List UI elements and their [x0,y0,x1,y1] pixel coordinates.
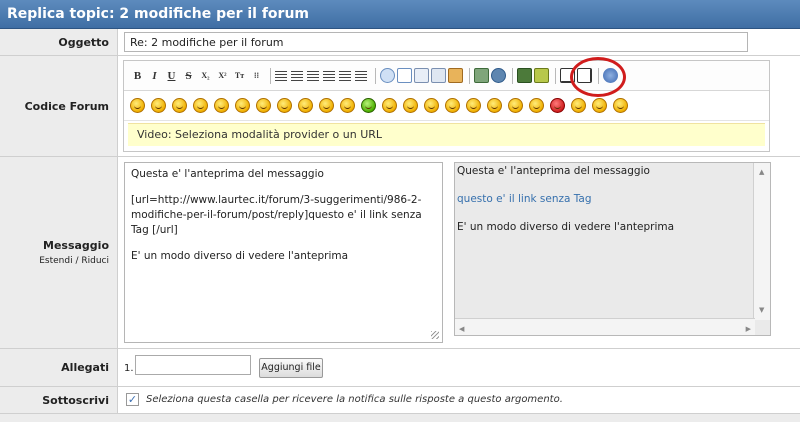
file-input[interactable] [135,355,251,375]
bbcode-toolbar: B I U S X₂ X² Tт ⁝⁝ [124,57,769,97]
smiley-icon[interactable] [382,98,397,113]
toolbar-divider [512,67,513,84]
message-label: Messaggio [43,239,109,252]
smiley-icon[interactable] [424,98,439,113]
smiley-icon[interactable] [550,98,565,113]
subscribe-text: Seleziona questa casella per ricevere la… [146,394,563,405]
subscribe-row: Sottoscrivi ✓ Seleziona questa casella p… [0,387,800,414]
smiley-icon[interactable] [613,98,628,113]
expand-link[interactable]: Estendi [39,256,72,266]
preview-link[interactable]: questo e' il link senza Tag [457,193,748,206]
ordered-list-icon[interactable] [291,70,303,81]
scroll-up-icon[interactable]: ▲ [759,166,764,179]
smiley-icon[interactable] [487,98,502,113]
italic-icon[interactable]: I [147,68,162,84]
toolbar-divider [469,67,470,84]
map-icon[interactable] [534,68,549,83]
subscript-icon[interactable]: X₂ [198,68,213,84]
smiley-icon[interactable] [361,98,376,113]
bbcode-editor: B I U S X₂ X² Tт ⁝⁝ Video: Seleziona mod… [123,57,770,152]
link-separator: / [75,256,79,266]
smiley-bar [124,91,769,121]
bold-icon[interactable]: B [130,68,145,84]
preview-line: Questa e' l'anteprima del messaggio [457,165,650,177]
link-icon[interactable] [491,68,506,83]
smiley-icon[interactable] [319,98,334,113]
subject-input[interactable] [124,32,748,52]
smiley-icon[interactable] [529,98,544,113]
size-icon[interactable]: ⁝⁝ [249,68,264,84]
smiley-icon[interactable] [298,98,313,113]
vertical-scrollbar[interactable]: ▲ ▼ [753,163,770,320]
smiley-icon[interactable] [256,98,271,113]
message-preview: Questa e' l'anteprima del messaggio ques… [454,162,771,336]
spoiler-icon[interactable] [448,68,463,83]
smiley-icon[interactable] [508,98,523,113]
shrink-link[interactable]: Riduci [81,256,109,266]
add-file-button[interactable]: Aggiungi file [259,358,323,378]
message-label-cell: Messaggio Estendi / Riduci [0,157,118,348]
highlight-circle [570,57,626,97]
quote-icon[interactable] [380,68,395,83]
message-line: Questa e' l'anteprima del messaggio [131,168,324,180]
smiley-icon[interactable] [592,98,607,113]
scroll-right-icon[interactable]: ▶ [746,323,751,336]
scroll-down-icon[interactable]: ▼ [759,304,764,317]
smiley-icon[interactable] [340,98,355,113]
smiley-icon[interactable] [193,98,208,113]
toolbar-divider [375,67,376,84]
form-footer [0,414,800,422]
smiley-icon[interactable] [445,98,460,113]
smiley-icon[interactable] [403,98,418,113]
page-title: Replica topic: 2 modifiche per il forum [7,6,310,22]
subscribe-checkbox[interactable]: ✓ [126,393,139,406]
attachment-index: 1. [124,363,134,374]
align-center-icon[interactable] [339,70,351,81]
align-right-icon[interactable] [355,70,367,81]
smiley-icon[interactable] [172,98,187,113]
superscript-icon[interactable]: X² [215,68,230,84]
smiley-icon[interactable] [466,98,481,113]
toolbar-divider [555,67,556,84]
smiley-icon[interactable] [130,98,145,113]
smiley-icon[interactable] [214,98,229,113]
resize-grip-icon[interactable] [431,331,439,339]
subject-label: Oggetto [0,29,118,55]
smiley-icon[interactable] [151,98,166,113]
image-icon[interactable] [474,68,489,83]
list-item-icon[interactable] [307,70,319,81]
message-line: [url=http://www.laurtec.it/forum/3-sugge… [131,194,425,236]
subject-row: Oggetto [0,29,800,56]
horizontal-scrollbar[interactable]: ◀ ▶ [455,318,755,335]
message-row: Messaggio Estendi / Riduci Questa e' l'a… [0,157,800,349]
page-header: Replica topic: 2 modifiche per il forum [0,0,800,29]
attachments-row: Allegati 1. Aggiungi file [0,349,800,387]
attachments-label: Allegati [0,349,118,386]
toolbar-divider [270,67,271,84]
smiley-icon[interactable] [571,98,586,113]
bbcode-label: Codice Forum [0,56,118,156]
preview-line: E' un modo diverso di vedere l'anteprima [457,221,675,233]
scroll-left-icon[interactable]: ◀ [459,323,464,336]
underline-icon[interactable]: U [164,68,179,84]
smiley-icon[interactable] [235,98,250,113]
smiley-icon[interactable] [277,98,292,113]
table-icon[interactable] [414,68,429,83]
strikethrough-icon[interactable]: S [181,68,196,84]
message-textarea[interactable]: Questa e' l'anteprima del messaggio [url… [124,162,443,343]
unordered-list-icon[interactable] [275,70,287,81]
typewriter-icon[interactable]: Tт [232,68,247,84]
code-icon[interactable] [397,68,412,83]
video-icon[interactable] [517,68,532,83]
message-line: E' un modo diverso di vedere l'anteprima [131,250,349,262]
video-hint: Video: Seleziona modalità provider o un … [128,123,765,146]
bbcode-row: Codice Forum B I U S X₂ X² Tт ⁝⁝ Video: … [0,56,800,157]
subscribe-label: Sottoscrivi [0,387,118,413]
align-left-icon[interactable] [323,70,335,81]
hide-icon[interactable] [431,68,446,83]
